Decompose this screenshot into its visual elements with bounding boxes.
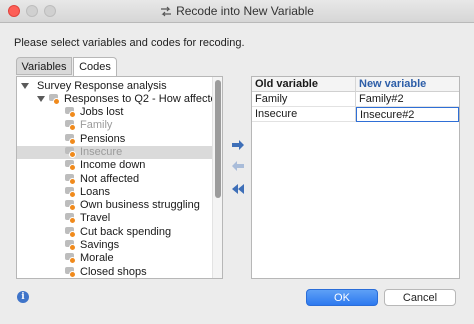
scrollbar-thumb[interactable] — [215, 80, 221, 198]
code-item[interactable]: Income down — [17, 159, 214, 172]
code-label: Morale — [80, 252, 114, 265]
code-tree[interactable]: Survey Response analysis Responses to Q2… — [16, 76, 223, 279]
code-icon — [65, 120, 77, 132]
code-item[interactable]: Not affected — [17, 173, 214, 186]
code-label: Not affected — [80, 172, 140, 185]
code-item[interactable]: Family — [17, 119, 214, 132]
ok-button[interactable]: OK — [306, 289, 378, 306]
old-variable-header[interactable]: Old variable — [252, 77, 356, 92]
code-label: Pensions — [80, 132, 126, 145]
info-icon[interactable]: i — [17, 291, 29, 303]
add-arrow-right-icon[interactable] — [231, 139, 245, 151]
code-icon — [65, 213, 77, 225]
recode-icon — [161, 6, 172, 17]
new-variable-header[interactable]: New variable — [356, 77, 459, 92]
instruction-text: Please select variables and codes for re… — [14, 37, 245, 49]
code-item[interactable]: Pensions — [17, 133, 214, 146]
code-label: Travel — [80, 212, 111, 225]
code-icon — [65, 226, 77, 238]
code-item[interactable]: Savings — [17, 239, 214, 252]
tree-scrollbar[interactable] — [212, 77, 222, 278]
expand-arrow-icon[interactable] — [21, 83, 29, 89]
code-icon — [65, 253, 77, 265]
code-icon — [65, 133, 77, 145]
code-item[interactable]: Insecure — [17, 145, 214, 159]
code-label: Insecure — [80, 145, 123, 158]
tree-root-row[interactable]: Survey Response analysis — [17, 80, 214, 93]
title-bar: Recode into New Variable — [0, 0, 474, 23]
code-item[interactable]: Jobs lost — [17, 106, 214, 119]
window-title-wrap: Recode into New Variable — [0, 4, 474, 18]
new-variable-input[interactable]: Insecure#2 — [356, 107, 459, 122]
code-icon — [49, 94, 61, 105]
code-icon — [65, 240, 77, 251]
code-icon — [65, 146, 77, 158]
tab-variables[interactable]: Variables — [16, 57, 72, 75]
code-icon — [65, 266, 77, 278]
code-item[interactable]: Morale — [17, 252, 214, 265]
remove-all-arrow-icon[interactable] — [231, 183, 245, 195]
code-icon — [65, 107, 77, 118]
code-label: Loans — [80, 185, 110, 198]
code-item[interactable]: Own business struggling — [17, 199, 214, 212]
expand-arrow-icon[interactable] — [37, 96, 45, 102]
code-item[interactable]: Closed shops — [17, 265, 214, 278]
code-label: Closed shops — [80, 265, 147, 278]
tree-root-label: Survey Response analysis — [37, 80, 167, 92]
code-item[interactable]: Travel — [17, 212, 214, 225]
old-variable-cell[interactable]: Insecure — [252, 107, 356, 122]
tree-parent-label: Responses to Q2 - How affected? — [64, 93, 223, 105]
cancel-button[interactable]: Cancel — [384, 289, 456, 306]
code-label: Savings — [80, 239, 120, 251]
tab-codes[interactable]: Codes — [73, 57, 117, 77]
code-label: Jobs lost — [80, 106, 124, 118]
code-label: Cut back spending — [80, 225, 172, 238]
code-item[interactable]: Loans — [17, 186, 214, 199]
code-icon — [65, 186, 77, 198]
code-item[interactable]: Cut back spending — [17, 226, 214, 239]
old-variable-cell[interactable]: Family — [252, 92, 356, 107]
tree-parent-row[interactable]: Responses to Q2 - How affected? — [17, 93, 222, 106]
code-label: Income down — [80, 159, 146, 172]
code-icon — [65, 173, 77, 185]
mapping-table: Old variable New variable Family Family#… — [251, 76, 460, 279]
window-title: Recode into New Variable — [176, 4, 314, 18]
code-icon — [65, 200, 77, 212]
remove-arrow-left-icon[interactable] — [231, 160, 245, 172]
code-label: Family — [80, 119, 113, 132]
code-icon — [65, 160, 77, 172]
new-variable-cell[interactable]: Family#2 — [356, 92, 459, 107]
code-label: Own business struggling — [80, 199, 200, 212]
